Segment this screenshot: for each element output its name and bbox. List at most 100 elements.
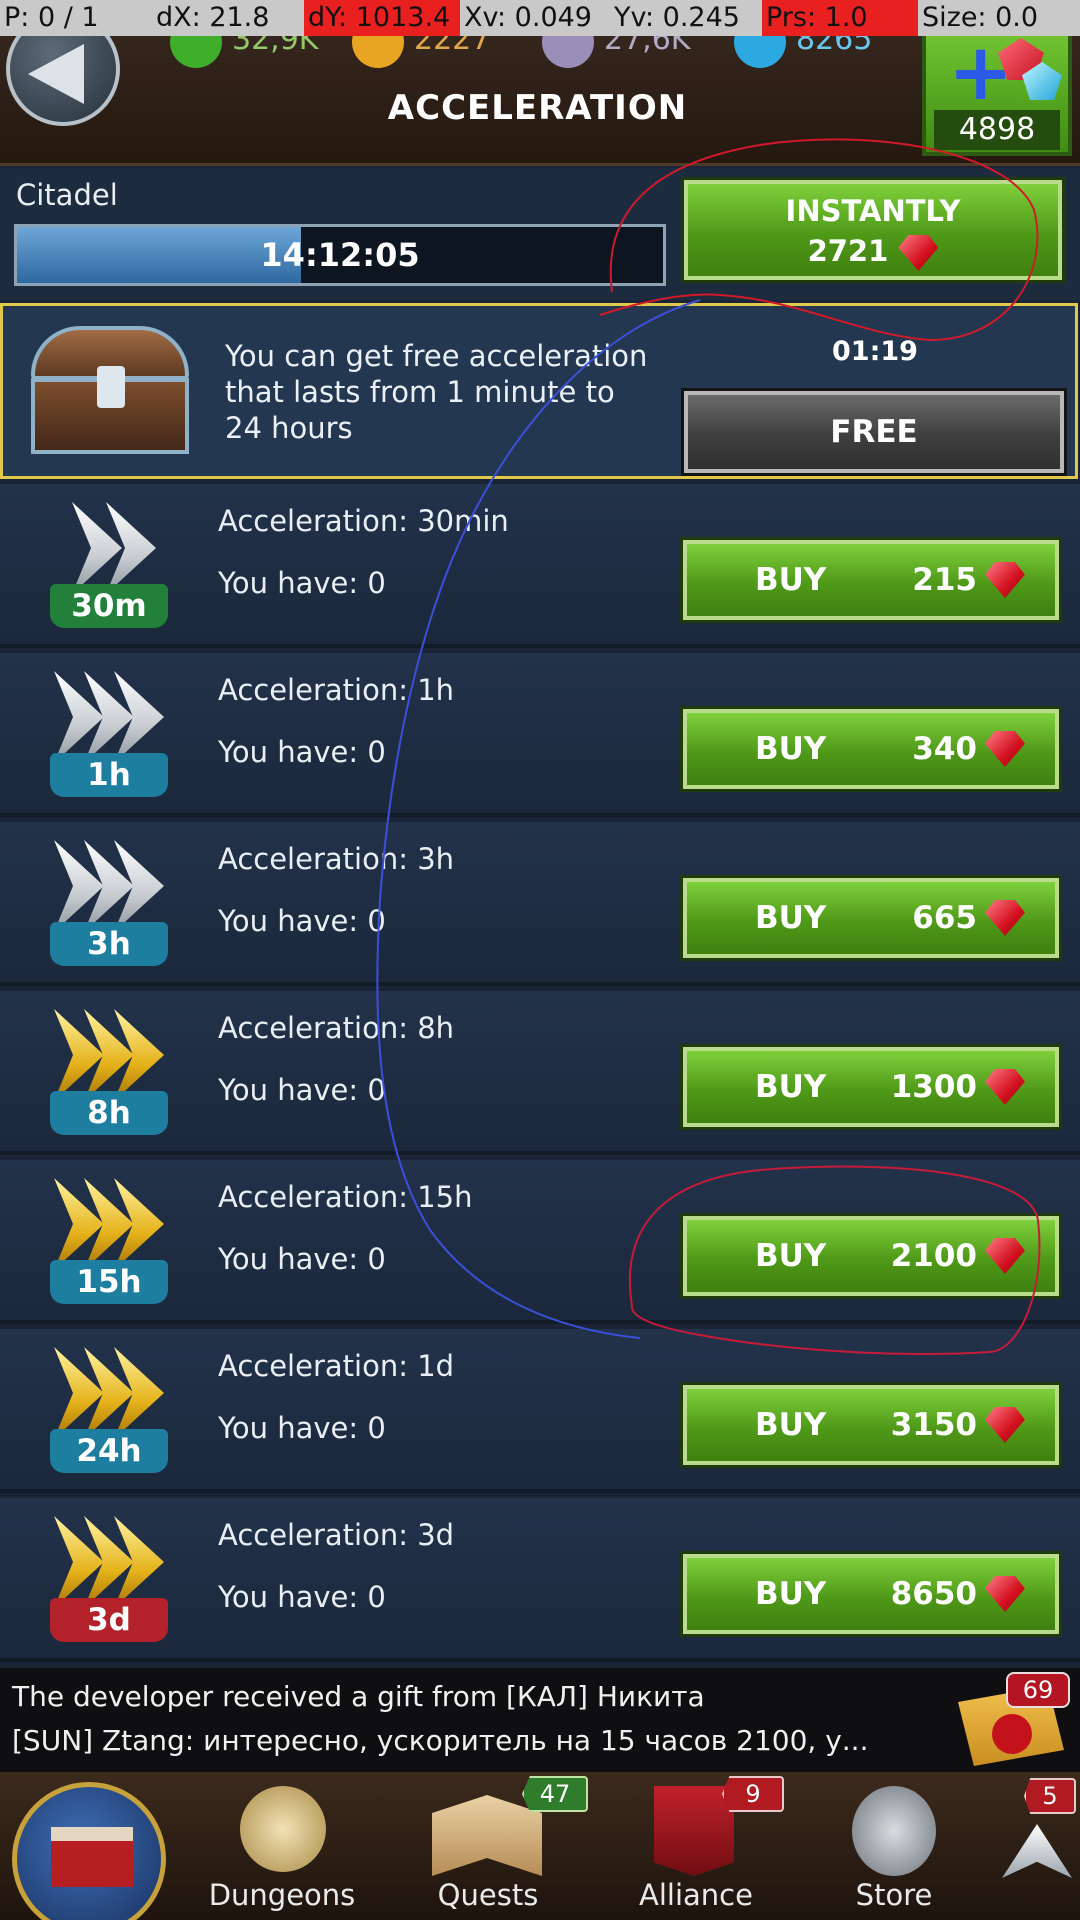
chat-line-2: [SUN] Ztang: интересно, ускоритель на 15… <box>12 1724 869 1757</box>
owned-count: You have: 0 <box>218 1580 386 1614</box>
speedup-arrows-icon <box>54 1009 166 1101</box>
store-helmet-icon <box>852 1786 936 1876</box>
nav-dungeons[interactable]: Dungeons <box>204 1772 360 1920</box>
chat-line-1: The developer received a gift from [КАЛ]… <box>12 1680 705 1713</box>
speedup-arrows-icon <box>54 1178 166 1270</box>
castle-icon <box>51 1827 133 1887</box>
gem-icon <box>985 1069 1025 1105</box>
castle-button[interactable] <box>12 1782 166 1920</box>
free-acceleration-panel: You can get free acceleration that lasts… <box>0 303 1078 479</box>
debug-pointer: P: 0 / 1 <box>4 2 99 33</box>
speedup-arrows-icon <box>54 502 166 594</box>
more-arrow-icon[interactable] <box>1002 1824 1072 1878</box>
free-button[interactable]: FREE <box>684 391 1064 473</box>
owned-count: You have: 0 <box>218 1242 386 1276</box>
buy-button[interactable]: BUY 215 <box>683 540 1059 620</box>
buy-price: 8650 <box>890 1576 977 1612</box>
duration-tag: 30m <box>50 584 168 628</box>
owned-count: You have: 0 <box>218 1073 386 1107</box>
buy-price: 1300 <box>890 1069 977 1105</box>
nav-store-label: Store <box>855 1878 933 1912</box>
acceleration-row: 8h Acceleration: 8h You have: 0 BUY 1300 <box>0 991 1080 1155</box>
duration-tag: 8h <box>50 1091 168 1135</box>
speedup-icon: 1h <box>42 661 178 803</box>
gem-icon <box>985 1238 1025 1274</box>
nav-dungeons-label: Dungeons <box>208 1878 356 1912</box>
speedup-icon: 3d <box>42 1506 178 1648</box>
instantly-button[interactable]: INSTANTLY 2721 <box>684 180 1062 280</box>
debug-xv: Xv: 0.049 <box>464 2 592 33</box>
debug-dy: dY: 1013.4 <box>304 0 460 36</box>
buy-button[interactable]: BUY 665 <box>683 878 1059 958</box>
acceleration-row: 1h Acceleration: 1h You have: 0 BUY 340 <box>0 653 1080 817</box>
buy-button[interactable]: BUY 2100 <box>683 1216 1059 1296</box>
buy-button[interactable]: BUY 8650 <box>683 1554 1059 1634</box>
gem-balance: 4898 <box>934 110 1060 150</box>
mail-seal-icon <box>992 1714 1032 1754</box>
owned-count: You have: 0 <box>218 904 386 938</box>
bottom-navigation: Dungeons 47 Quests 9 Alliance Store 5 <box>0 1772 1080 1920</box>
page-title: ACCELERATION <box>387 88 688 128</box>
acceleration-name: Acceleration: 3h <box>218 842 455 876</box>
nav-alliance-label: Alliance <box>639 1878 753 1912</box>
debug-size: Size: 0.0 <box>922 2 1039 33</box>
duration-tag: 15h <box>50 1260 168 1304</box>
instantly-cost-value: 2721 <box>807 234 889 268</box>
nav-store[interactable]: Store <box>816 1772 972 1920</box>
compass-icon <box>240 1786 326 1872</box>
chest-lock <box>97 366 125 408</box>
free-acceleration-text: You can get free acceleration that lasts… <box>225 339 648 445</box>
duration-tag: 1h <box>50 753 168 797</box>
gem-icon <box>898 235 939 271</box>
speedup-arrows-icon <box>54 671 166 763</box>
speedup-arrows-icon <box>54 1516 166 1608</box>
buy-label: BUY <box>755 1238 827 1274</box>
duration-tag: 24h <box>50 1429 168 1473</box>
buy-button[interactable]: BUY 3150 <box>683 1385 1059 1465</box>
speedup-icon: 8h <box>42 999 178 1141</box>
treasure-chest-icon <box>25 326 195 458</box>
acceleration-name: Acceleration: 30min <box>218 504 509 538</box>
acceleration-name: Acceleration: 3d <box>218 1518 455 1552</box>
alliance-badge: 9 <box>722 1776 784 1812</box>
nav-quests[interactable]: 47 Quests <box>410 1772 588 1920</box>
alliance-banner-icon <box>654 1786 734 1876</box>
buy-label: BUY <box>755 900 827 936</box>
buy-price: 340 <box>912 731 977 767</box>
gem-icon <box>985 731 1025 767</box>
buy-button[interactable]: BUY 1300 <box>683 1047 1059 1127</box>
gem-icon <box>985 562 1025 598</box>
acceleration-row: 15h Acceleration: 15h You have: 0 BUY 2100 <box>0 1160 1080 1324</box>
chat-ticker[interactable]: The developer received a gift from [КАЛ]… <box>0 1668 1080 1772</box>
buy-price: 2100 <box>890 1238 977 1274</box>
free-timer: 01:19 <box>832 336 918 367</box>
acceleration-row: 3h Acceleration: 3h You have: 0 BUY 665 <box>0 822 1080 986</box>
owned-count: You have: 0 <box>218 566 386 600</box>
acceleration-name: Acceleration: 1h <box>218 673 455 707</box>
buy-button[interactable]: BUY 340 <box>683 709 1059 789</box>
buy-label: BUY <box>755 1576 827 1612</box>
citadel-progress-bar: 14:12:05 <box>14 224 666 286</box>
buy-label: BUY <box>755 731 827 767</box>
mail-count-badge: 69 <box>1006 1672 1070 1708</box>
speedup-arrows-icon <box>54 1347 166 1439</box>
speedup-icon: 3h <box>42 830 178 972</box>
citadel-timer: 14:12:05 <box>260 236 420 274</box>
speedup-icon: 15h <box>42 1168 178 1310</box>
nav-alliance[interactable]: 9 Alliance <box>618 1772 784 1920</box>
buy-label: BUY <box>755 1407 827 1443</box>
owned-count: You have: 0 <box>218 735 386 769</box>
quests-badge: 47 <box>522 1776 588 1812</box>
plus-icon: + <box>948 28 1014 118</box>
duration-tag: 3h <box>50 922 168 966</box>
debug-dx: dX: 21.8 <box>156 2 270 33</box>
acceleration-row: 30m Acceleration: 30min You have: 0 BUY 215 <box>0 484 1080 648</box>
citadel-label: Citadel <box>16 178 118 212</box>
gem-icon <box>985 900 1025 936</box>
buy-label: BUY <box>755 562 827 598</box>
acceleration-name: Acceleration: 1d <box>218 1349 455 1383</box>
buy-price: 3150 <box>890 1407 977 1443</box>
instantly-cost: 2721 <box>688 234 1058 271</box>
debug-pointer-overlay: P: 0 / 1 dX: 21.8 dY: 1013.4 Xv: 0.049 Y… <box>0 0 1080 36</box>
debug-yv: Yv: 0.245 <box>614 2 740 33</box>
